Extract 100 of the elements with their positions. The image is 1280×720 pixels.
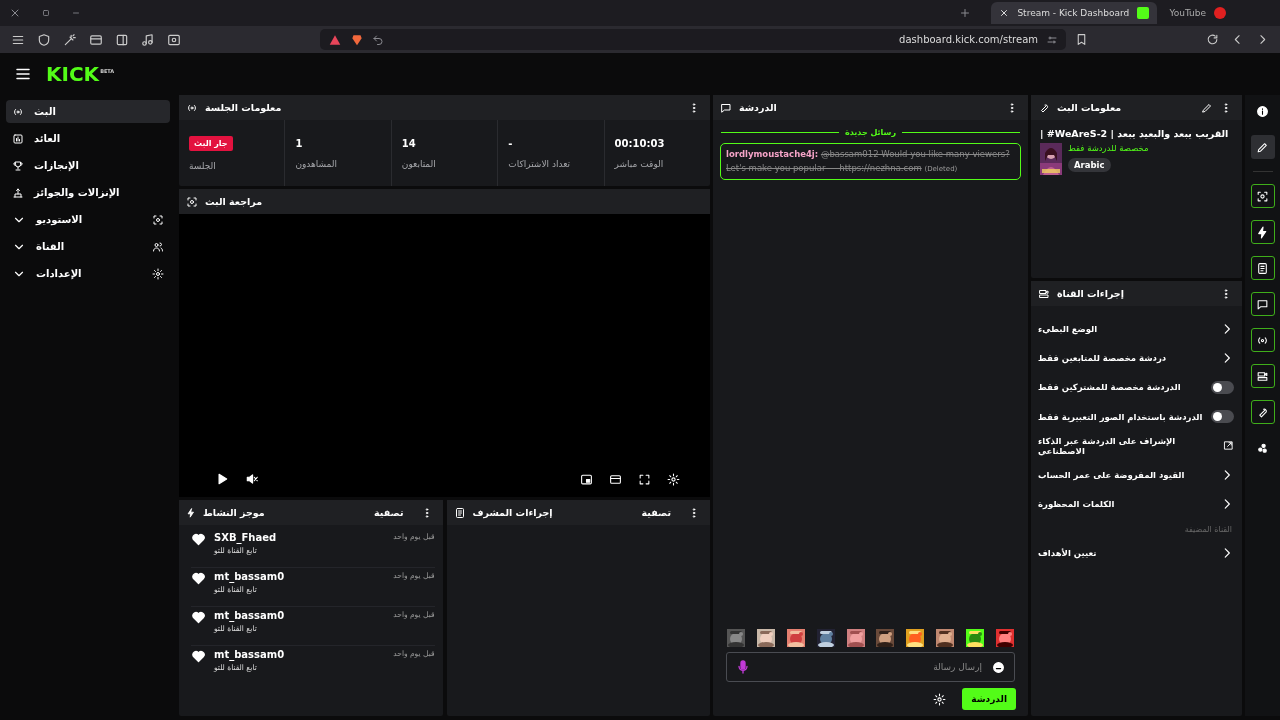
- video-icon: [1256, 369, 1269, 383]
- rail-button[interactable]: [1250, 364, 1275, 388]
- username[interactable]: SXB_Fhaed: [214, 532, 277, 543]
- kick-logo[interactable]: KICK$^{BETA}$: [46, 62, 115, 86]
- panel-title: الدردشة: [739, 102, 777, 113]
- wand-icon[interactable]: [63, 32, 77, 47]
- new-messages-divider: رسائل جديدة: [844, 128, 897, 137]
- chat-icon: [1256, 297, 1269, 311]
- lightning-icon: [1256, 225, 1269, 239]
- panel-title: معلومات البث: [1057, 102, 1122, 113]
- tag[interactable]: Arabic: [1068, 158, 1111, 172]
- wrench-icon: [1038, 101, 1050, 114]
- focus-icon: [186, 195, 198, 208]
- filter-button[interactable]: تصفية: [631, 507, 681, 518]
- people-icon: [152, 240, 164, 253]
- browser-tab[interactable]: YouTube: [1161, 2, 1234, 24]
- channel-action-item[interactable]: الدردشة مخصصة للمشتركين فقط: [1038, 372, 1234, 402]
- sidebar-icon[interactable]: [115, 32, 129, 47]
- username[interactable]: mt_bassam0: [214, 610, 285, 621]
- play-favicon-icon: [1214, 7, 1226, 19]
- info-icon: [1256, 104, 1269, 118]
- settings-icon[interactable]: [667, 472, 680, 486]
- picture-in-picture-icon[interactable]: [580, 472, 593, 486]
- close-icon[interactable]: [9, 7, 21, 19]
- channel-action-item[interactable]: الوضع البطيء: [1038, 314, 1234, 344]
- rail-button[interactable]: [1250, 220, 1275, 244]
- pencil-icon[interactable]: [1201, 101, 1213, 114]
- play-icon[interactable]: [215, 472, 229, 486]
- stat-value: 14: [401, 137, 417, 149]
- channel-action-item[interactable]: الكلمات المحظورة: [1038, 489, 1234, 520]
- microphone-icon[interactable]: [735, 659, 751, 675]
- category-link[interactable]: مخصصة للدردشة فقط: [1068, 143, 1149, 153]
- chat-send-button[interactable]: الدردشة: [962, 688, 1016, 710]
- music-note-icon[interactable]: [141, 32, 155, 47]
- stat-value: -: [508, 137, 514, 149]
- channel-action-item[interactable]: الإشراف على الدردشة عبر الذكاء الاصطناعي: [1038, 431, 1234, 461]
- heart-icon: [191, 571, 206, 586]
- sidebar-item[interactable]: البث: [6, 100, 170, 123]
- rail-button[interactable]: [1250, 400, 1275, 424]
- channel-action-item[interactable]: تعيين الأهداف: [1038, 538, 1234, 568]
- rail-button[interactable]: [1250, 135, 1275, 159]
- undo-icon[interactable]: [372, 33, 384, 46]
- fullscreen-icon[interactable]: [638, 472, 651, 486]
- heart-icon: [191, 649, 206, 664]
- sidebar-item[interactable]: الإعدادات: [6, 262, 170, 285]
- chart-icon: [12, 132, 24, 145]
- shield-badge-icon[interactable]: [350, 32, 364, 47]
- channel-action-item[interactable]: الدردشة باستخدام الصور التعبيرية فقط: [1038, 401, 1234, 432]
- toggle-switch[interactable]: [1211, 380, 1234, 394]
- chat-icon: [720, 101, 732, 114]
- address-bar[interactable]: dashboard.kick.com/stream: [320, 29, 1066, 50]
- document-icon: [1256, 261, 1269, 275]
- plus-icon[interactable]: [959, 7, 972, 19]
- restore-icon[interactable]: [41, 8, 51, 18]
- shield-icon[interactable]: [37, 32, 51, 47]
- toggle-switch[interactable]: [1211, 410, 1234, 424]
- stat-value: 00:10:03: [614, 137, 666, 149]
- theater-icon[interactable]: [609, 472, 622, 486]
- rail-button[interactable]: [1250, 328, 1275, 352]
- video-icon: [1038, 287, 1050, 300]
- panel-title: إجراءات المشرف: [472, 507, 553, 518]
- window-icon[interactable]: [89, 32, 103, 47]
- close-icon[interactable]: [999, 8, 1010, 18]
- stat-label: الوقت مباشر: [614, 158, 665, 169]
- gift-icon: [12, 186, 24, 199]
- sidebar-item[interactable]: الاستوديو: [6, 208, 170, 231]
- panel-title: إجراءات القناة: [1057, 288, 1124, 299]
- stat-label: المشاهدون: [295, 158, 339, 169]
- rail-button[interactable]: [1250, 292, 1275, 316]
- trophy-icon: [12, 159, 24, 172]
- focus-icon: [1256, 189, 1269, 203]
- username[interactable]: mt_bassam0: [214, 649, 285, 660]
- document-icon: [453, 506, 466, 519]
- heart-icon: [191, 610, 206, 625]
- dots-icon: [1256, 441, 1269, 455]
- lightning-icon: [186, 507, 196, 518]
- rail-button[interactable]: [1250, 256, 1275, 280]
- stat-label: تعداد الاشتراكات: [508, 158, 571, 169]
- username[interactable]: mt_bassam0: [214, 571, 285, 582]
- stat-label: الجلسة: [188, 160, 217, 171]
- settings-icon[interactable]: [933, 692, 947, 706]
- section-heading: القناة المضيفة: [1183, 524, 1233, 537]
- sidebar-item[interactable]: القناة: [6, 235, 170, 258]
- panel-title: مراجعة البث: [205, 196, 263, 207]
- bookmark-icon[interactable]: [1075, 33, 1088, 46]
- browser-tab[interactable]: Stream - Kick Dashboard: [991, 2, 1158, 24]
- reload-icon[interactable]: [1206, 33, 1219, 46]
- channel-action-item[interactable]: دردشة مخصصة للمتابعين فقط: [1038, 343, 1234, 373]
- filter-button[interactable]: تصفية: [364, 507, 414, 518]
- sidebar-item[interactable]: الإنزالات والجوائز: [6, 181, 170, 204]
- sidebar-item[interactable]: العائد: [6, 127, 170, 150]
- channel-action-item[interactable]: القيود المفروضة على عمر الحساب: [1038, 460, 1234, 490]
- sidebar-item[interactable]: الإنجازات: [6, 154, 170, 177]
- screenshot-icon[interactable]: [167, 32, 181, 47]
- stream-title: | #WeAreS-2 | القريب يبعد والبعيد يبعد: [1040, 128, 1230, 139]
- message-input[interactable]: إرسال رسالة: [726, 652, 1015, 682]
- emoji-icon[interactable]: [992, 661, 1005, 674]
- mute-icon[interactable]: [245, 472, 259, 486]
- focus-icon: [152, 213, 164, 226]
- rail-button[interactable]: [1250, 184, 1275, 208]
